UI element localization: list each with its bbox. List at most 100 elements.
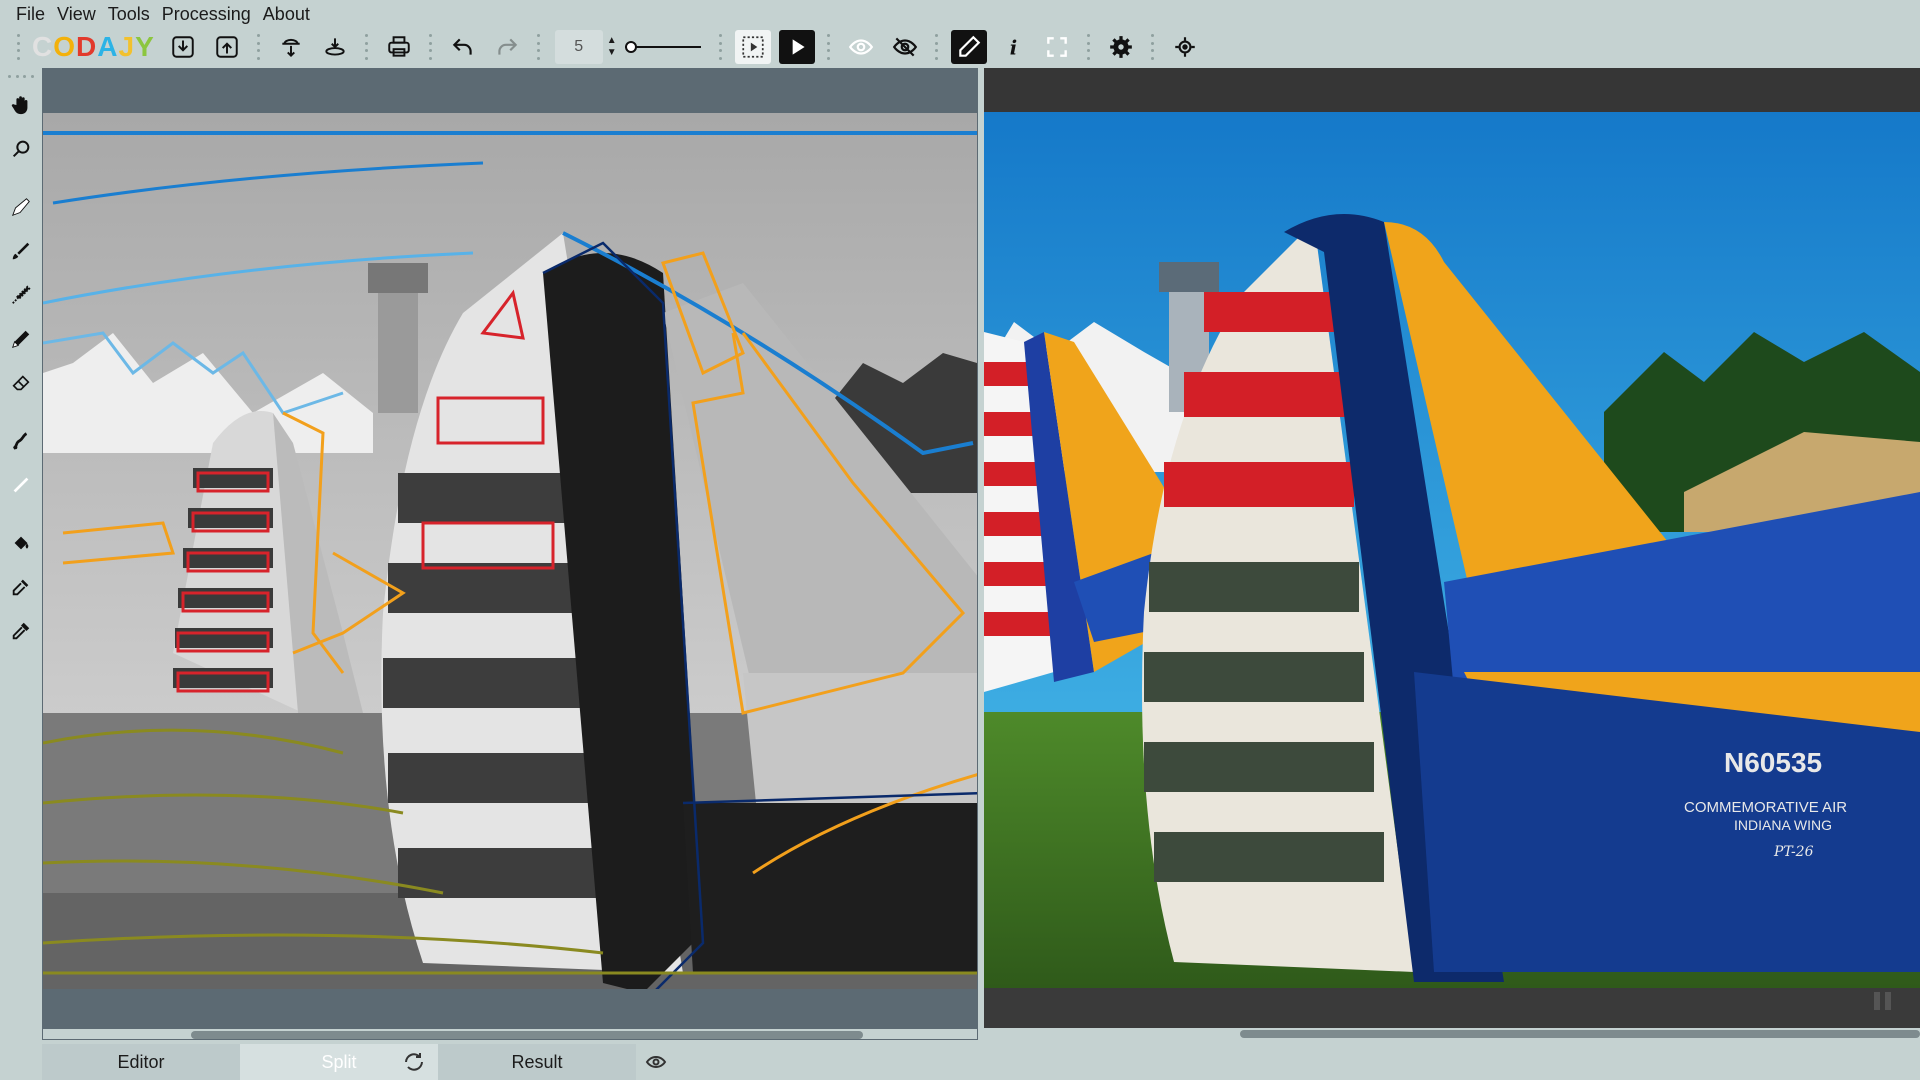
logo-letter: O (53, 31, 77, 62)
info-button[interactable]: i (995, 30, 1031, 64)
tab-editor-label: Editor (117, 1051, 165, 1072)
hand-tool[interactable] (4, 88, 38, 122)
menu-tools[interactable]: Tools (102, 4, 156, 25)
toolbar-grip[interactable] (717, 34, 725, 60)
pause-icon[interactable] (1874, 992, 1896, 1014)
undo-icon (452, 38, 472, 55)
toolbar-grip[interactable] (933, 34, 941, 60)
pencil-tool[interactable] (4, 190, 38, 224)
smudge-icon (12, 432, 28, 450)
eye-icon (848, 39, 873, 55)
layers-icon (325, 38, 345, 56)
editor-canvas[interactable] (42, 68, 978, 1040)
slider-thumb[interactable] (624, 41, 637, 53)
zoom-tool[interactable] (4, 132, 38, 166)
brush-tool[interactable] (4, 234, 38, 268)
scrollbar-thumb[interactable] (191, 1031, 863, 1039)
logo-letter: C (32, 31, 54, 62)
fullscreen-button[interactable] (1039, 30, 1075, 64)
redo-button[interactable] (489, 30, 525, 64)
settings-icon (1109, 36, 1132, 58)
menu-bar: File View Tools Processing About (0, 0, 1920, 28)
hand-icon (11, 96, 28, 115)
settings-alt-button[interactable] (1167, 30, 1203, 64)
swap-icon[interactable] (402, 1050, 426, 1074)
redo-icon (498, 38, 517, 55)
texture-brush-tool[interactable] (4, 278, 38, 312)
texture-brush-icon (12, 285, 31, 304)
marker-tool[interactable] (4, 322, 38, 356)
result-horizontal-scrollbar[interactable] (984, 1028, 1920, 1040)
undo-button[interactable] (445, 30, 481, 64)
tail-number-text: N60535 (1724, 747, 1822, 778)
print-button[interactable] (381, 30, 417, 64)
menu-about[interactable]: About (257, 4, 316, 25)
editor-top-band (43, 69, 977, 113)
settings-button[interactable] (1103, 30, 1139, 64)
result-image[interactable]: N60535 COMMEMORATIVE AIR INDIANA WING PT… (984, 112, 1920, 988)
svg-text:i: i (1009, 37, 1016, 60)
toolbar-grip[interactable] (1149, 34, 1157, 60)
color-picker-icon (12, 622, 30, 640)
logo-letter: D (76, 31, 98, 62)
link-eye-icon (645, 1055, 667, 1069)
tab-split-label: Split (321, 1051, 357, 1072)
pen-button[interactable] (950, 30, 987, 64)
menu-file[interactable]: File (10, 4, 51, 25)
pen-icon (958, 35, 980, 57)
toolbar-grip[interactable] (825, 34, 833, 60)
fill-bucket-tool[interactable] (4, 526, 38, 560)
editor-image[interactable] (43, 113, 977, 989)
logo-letter: J (118, 31, 136, 62)
compare-button[interactable] (734, 30, 771, 64)
hide-strokes-button[interactable] (887, 30, 923, 64)
export-button[interactable] (209, 30, 245, 64)
fill-bucket-icon (14, 536, 29, 550)
download-cloud-button[interactable] (273, 30, 309, 64)
link-view-button[interactable] (636, 1044, 676, 1080)
export-icon (216, 36, 238, 58)
pipette-tool[interactable] (4, 570, 38, 604)
palette-grip[interactable] (8, 72, 34, 80)
smudge-tool[interactable] (4, 424, 38, 458)
toolbar-grip[interactable] (1085, 34, 1093, 60)
editor-horizontal-scrollbar[interactable] (43, 1029, 977, 1039)
line-tool[interactable] (4, 468, 38, 502)
chevron-down-icon[interactable]: ▼ (607, 47, 617, 59)
view-tabs: Editor Split Result (42, 1044, 676, 1080)
marker-icon (12, 330, 30, 348)
toolbar-grip[interactable] (427, 34, 435, 60)
import-button[interactable] (165, 30, 201, 64)
result-top-band (984, 68, 1920, 112)
toolbar-grip[interactable] (363, 34, 371, 60)
org-text-line1: COMMEMORATIVE AIR (1684, 799, 1847, 816)
scrollbar-thumb[interactable] (1240, 1030, 1920, 1038)
logo-letter: A (97, 31, 119, 62)
tool-palette (0, 66, 42, 666)
eraser-tool[interactable] (4, 366, 38, 400)
brush-size-stepper[interactable]: ▲ ▼ (607, 35, 617, 59)
settings-alt-icon (1174, 37, 1195, 57)
result-canvas[interactable]: N60535 COMMEMORATIVE AIR INDIANA WING PT… (984, 68, 1920, 1040)
toolbar-grip[interactable] (535, 34, 543, 60)
toolbar-grip[interactable] (255, 34, 263, 60)
chevron-up-icon[interactable]: ▲ (607, 35, 617, 47)
import-icon (172, 36, 194, 58)
color-picker-tool[interactable] (4, 614, 38, 648)
layers-button[interactable] (317, 30, 353, 64)
pipette-icon (12, 579, 29, 596)
tab-result[interactable]: Result (438, 1044, 636, 1080)
tab-editor[interactable]: Editor (42, 1044, 240, 1080)
eye-hidden-icon (892, 37, 917, 57)
show-strokes-button[interactable] (843, 30, 879, 64)
play-button[interactable] (778, 30, 815, 64)
logo-letter: Y (135, 31, 155, 62)
play-icon (792, 39, 805, 55)
org-text-line2: INDIANA WING (1734, 817, 1832, 833)
menu-processing[interactable]: Processing (156, 4, 257, 25)
menu-view[interactable]: View (51, 4, 102, 25)
brush-size-slider[interactable] (624, 36, 701, 58)
toolbar-grip[interactable] (14, 34, 22, 60)
brush-size-input[interactable]: 5 (554, 30, 603, 64)
tab-split[interactable]: Split (240, 1044, 438, 1080)
